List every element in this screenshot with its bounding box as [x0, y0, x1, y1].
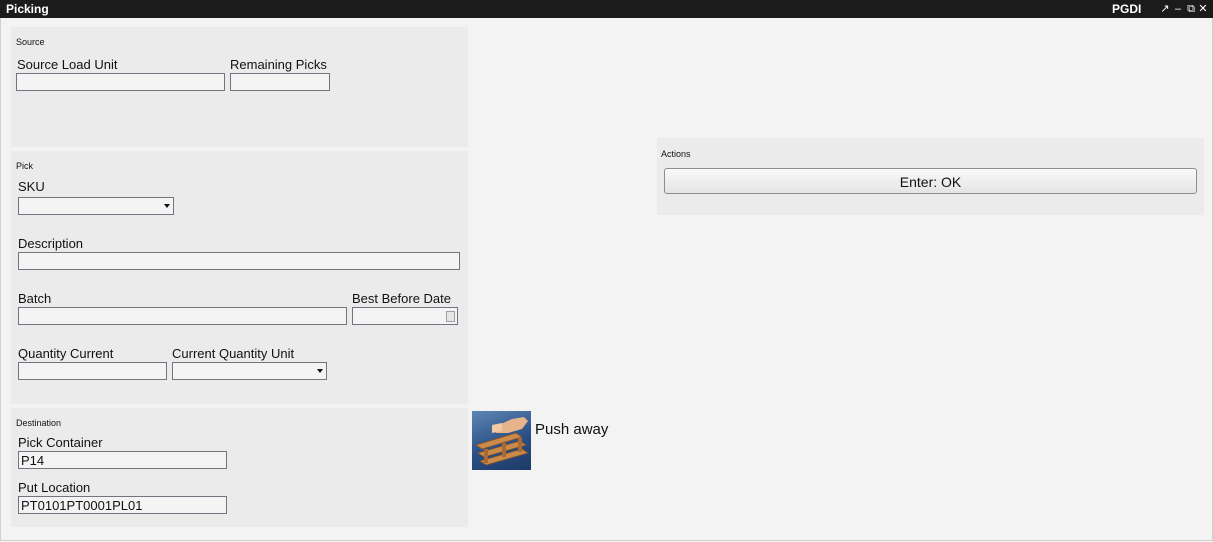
- chevron-down-icon: [317, 369, 323, 373]
- window-context-label: PGDI: [1112, 2, 1142, 16]
- current-quantity-unit-label: Current Quantity Unit: [172, 346, 295, 361]
- quantity-current-label: Quantity Current: [18, 346, 114, 361]
- batch-label: Batch: [18, 291, 52, 306]
- remaining-picks-label: Remaining Picks: [230, 57, 327, 72]
- best-before-date-field[interactable]: [352, 307, 458, 325]
- current-quantity-unit-dropdown[interactable]: [172, 362, 327, 380]
- pick-container-label: Pick Container: [18, 435, 103, 450]
- source-load-unit-label: Source Load Unit: [17, 57, 118, 72]
- window-titlebar: Picking PGDI ↗ – ⧉ ✕: [0, 0, 1213, 18]
- restore-icon[interactable]: ⧉: [1186, 2, 1196, 16]
- source-load-unit-field[interactable]: [16, 73, 225, 91]
- calendar-icon[interactable]: [446, 311, 455, 322]
- put-location-field[interactable]: [18, 496, 227, 514]
- sku-label: SKU: [18, 179, 45, 194]
- enter-ok-button[interactable]: Enter: OK: [664, 168, 1197, 194]
- remaining-picks-field[interactable]: [230, 73, 330, 91]
- minimize-icon[interactable]: –: [1173, 2, 1183, 16]
- chevron-down-icon: [164, 204, 170, 208]
- description-field[interactable]: [18, 252, 460, 270]
- source-panel-title: Source: [16, 37, 45, 47]
- close-icon[interactable]: ✕: [1198, 2, 1208, 16]
- pick-panel-title: Pick: [16, 161, 34, 171]
- description-label: Description: [18, 236, 84, 251]
- window-title: Picking: [6, 2, 49, 16]
- push-away-label: Push away: [535, 421, 609, 438]
- actions-panel-title: Actions: [661, 149, 691, 159]
- pick-panel: Pick SKU Description Batch Best Before D…: [11, 151, 468, 404]
- pick-container-field[interactable]: [18, 451, 227, 469]
- put-location-label: Put Location: [18, 480, 91, 495]
- destination-panel-title: Destination: [16, 418, 62, 428]
- quantity-current-field[interactable]: [18, 362, 167, 380]
- destination-panel: Destination Pick Container Put Location: [11, 408, 468, 527]
- source-panel: Source Source Load Unit Remaining Picks: [11, 27, 468, 147]
- pin-icon[interactable]: ↗: [1160, 2, 1170, 16]
- best-before-date-label: Best Before Date: [352, 291, 451, 306]
- sku-dropdown[interactable]: [18, 197, 174, 215]
- pallet-push-icon: [472, 411, 531, 470]
- batch-field[interactable]: [18, 307, 347, 325]
